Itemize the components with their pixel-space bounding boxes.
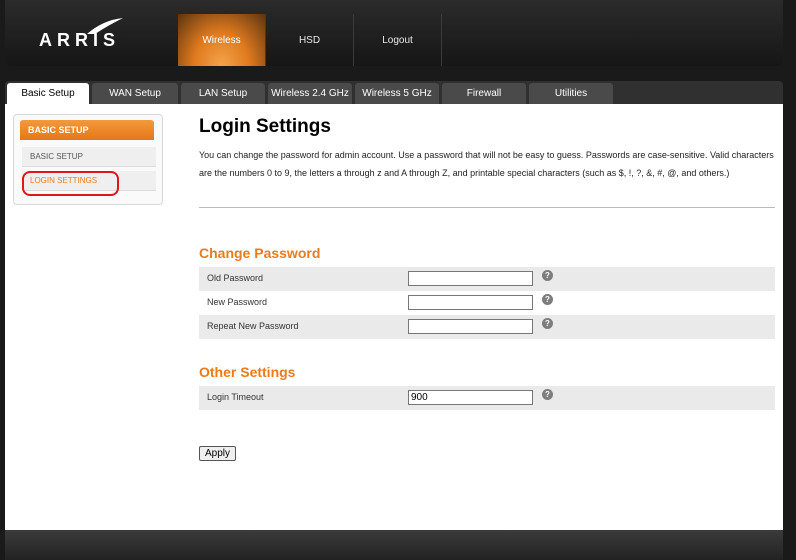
old-password-row: Old Password ? — [199, 267, 775, 291]
top-nav: Wireless HSD Logout — [178, 14, 442, 66]
login-timeout-label: Login Timeout — [207, 392, 264, 402]
login-timeout-input[interactable] — [408, 390, 533, 405]
help-icon[interactable]: ? — [542, 294, 553, 305]
old-password-input[interactable] — [408, 271, 533, 286]
login-timeout-row: Login Timeout ? — [199, 386, 775, 410]
page-description: You can change the password for admin ac… — [199, 150, 774, 178]
sidebar-heading: BASIC SETUP — [20, 120, 154, 140]
apply-button[interactable]: Apply — [199, 446, 236, 461]
tab-lan-setup[interactable]: LAN Setup — [181, 83, 265, 104]
tab-utilities[interactable]: Utilities — [529, 83, 613, 104]
help-icon[interactable]: ? — [542, 389, 553, 400]
topnav-wireless[interactable]: Wireless — [178, 14, 266, 66]
old-password-label: Old Password — [207, 273, 264, 283]
sidebar-item-basic-setup[interactable]: BASIC SETUP — [22, 147, 156, 167]
footer-bar — [5, 530, 783, 560]
new-password-row: New Password ? — [199, 291, 775, 315]
new-password-label: New Password — [207, 297, 268, 307]
topnav-hsd[interactable]: HSD — [266, 14, 354, 66]
arris-logo: ARRIS — [35, 18, 135, 50]
repeat-password-row: Repeat New Password ? — [199, 315, 775, 339]
tab-wireless-24[interactable]: Wireless 2.4 GHz — [268, 83, 352, 104]
red-circle-annotation — [22, 171, 119, 196]
header: ARRIS Wireless HSD Logout — [5, 0, 783, 66]
change-password-title: Change Password — [199, 245, 321, 261]
tab-basic-setup[interactable]: Basic Setup — [7, 83, 89, 104]
tab-firewall[interactable]: Firewall — [442, 83, 526, 104]
new-password-input[interactable] — [408, 295, 533, 310]
repeat-password-label: Repeat New Password — [207, 321, 299, 331]
sidebar: BASIC SETUP BASIC SETUP LOGIN SETTINGS — [13, 114, 163, 205]
logo-swoosh-icon — [87, 18, 123, 34]
help-icon[interactable]: ? — [542, 318, 553, 329]
help-icon[interactable]: ? — [542, 270, 553, 281]
page-title: Login Settings — [199, 116, 331, 137]
topnav-logout[interactable]: Logout — [354, 14, 442, 66]
other-settings-title: Other Settings — [199, 364, 296, 380]
tab-wireless-5[interactable]: Wireless 5 GHz — [355, 83, 439, 104]
content-area: BASIC SETUP BASIC SETUP LOGIN SETTINGS L… — [5, 104, 783, 530]
repeat-password-input[interactable] — [408, 319, 533, 334]
tab-wan-setup[interactable]: WAN Setup — [92, 83, 178, 104]
divider — [199, 207, 775, 208]
tab-bar: Basic Setup WAN Setup LAN Setup Wireless… — [5, 81, 783, 104]
